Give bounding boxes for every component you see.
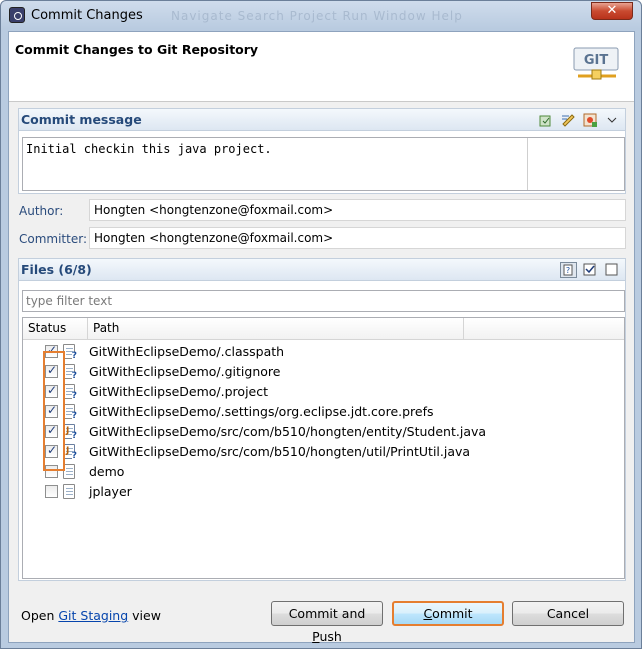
files-table-header: Status Path	[23, 318, 624, 340]
deselect-all-icon[interactable]	[604, 262, 621, 278]
amend-icon[interactable]	[560, 112, 577, 128]
file-filter-input[interactable]: type filter text	[22, 290, 625, 312]
table-row[interactable]: ?GitWithEclipseDemo/.gitignore	[23, 362, 624, 382]
author-label: Author:	[19, 204, 64, 218]
add-change-id-icon[interactable]	[582, 112, 599, 128]
add-signed-off-by-icon[interactable]	[538, 112, 555, 128]
table-row[interactable]: demo	[23, 462, 624, 482]
git-staging-link[interactable]: Git Staging	[58, 608, 128, 623]
author-input[interactable]: Hongten <hongtenzone@foxmail.com>	[89, 199, 626, 221]
files-table-body: ?GitWithEclipseDemo/.classpath?GitWithEc…	[23, 340, 624, 502]
committer-input[interactable]: Hongten <hongtenzone@foxmail.com>	[89, 227, 626, 249]
open-staging-text: Open Git Staging view	[21, 608, 161, 623]
table-row[interactable]: ?GitWithEclipseDemo/.settings/org.eclips…	[23, 402, 624, 422]
table-row[interactable]: J?GitWithEclipseDemo/src/com/b510/hongte…	[23, 422, 624, 442]
show-untracked-icon[interactable]: ?	[560, 262, 577, 278]
dialog-header: Commit Changes to Git Repository GIT	[9, 32, 634, 102]
file-checkbox[interactable]	[45, 485, 58, 498]
committer-label: Committer:	[19, 232, 87, 246]
dialog-body: Commit Changes to Git Repository GIT Com…	[8, 31, 635, 644]
window-title: Commit Changes	[31, 8, 143, 23]
file-path: GitWithEclipseDemo/.settings/org.eclipse…	[89, 404, 434, 419]
file-path: GitWithEclipseDemo/.gitignore	[89, 364, 281, 379]
file-path: GitWithEclipseDemo/src/com/b510/hongten/…	[89, 424, 487, 439]
message-ruler	[527, 138, 528, 190]
file-path: GitWithEclipseDemo/src/com/b510/hongten/…	[89, 444, 471, 459]
commit-message-text: Initial checkin this java project.	[26, 142, 272, 156]
file-path: jplayer	[89, 484, 132, 499]
table-row[interactable]: ?GitWithEclipseDemo/.project	[23, 382, 624, 402]
path-column-header[interactable]: Path	[93, 321, 119, 335]
files-section: Files (6/8) ? type filter text Status Pa…	[18, 258, 626, 581]
checked-files-highlight	[43, 351, 65, 471]
close-button[interactable]: ✕	[591, 2, 633, 20]
commit-message-section: Commit message Initial checkin this java…	[18, 108, 626, 194]
files-title: Files (6/8)	[21, 262, 92, 277]
git-logo-icon: GIT	[573, 47, 619, 80]
commit-button[interactable]: Commit	[392, 601, 504, 626]
svg-text:GIT: GIT	[584, 53, 609, 68]
status-column-header[interactable]: Status	[28, 321, 66, 335]
background-menu-text: Navigate Search Project Run Window Help	[171, 9, 463, 23]
files-header: Files (6/8) ?	[19, 259, 625, 281]
file-path: demo	[89, 464, 125, 479]
commit-and-push-button[interactable]: Commit and Push	[271, 601, 383, 644]
dialog-header-title: Commit Changes to Git Repository	[15, 42, 259, 57]
select-all-icon[interactable]	[582, 262, 599, 278]
files-table: Status Path ?GitWithEclipseDemo/.classpa…	[22, 317, 625, 579]
table-row[interactable]: jplayer	[23, 482, 624, 502]
file-path: GitWithEclipseDemo/.project	[89, 384, 269, 399]
table-row[interactable]: J?GitWithEclipseDemo/src/com/b510/hongte…	[23, 442, 624, 462]
file-path: GitWithEclipseDemo/.classpath	[89, 344, 285, 359]
commit-message-title: Commit message	[21, 112, 142, 127]
svg-text:?: ?	[566, 266, 570, 275]
table-row[interactable]: ?GitWithEclipseDemo/.classpath	[23, 342, 624, 362]
cancel-button[interactable]: Cancel	[512, 601, 624, 626]
close-icon: ✕	[606, 3, 618, 18]
file-icon	[63, 484, 75, 499]
eclipse-icon	[9, 7, 25, 23]
commit-message-input[interactable]: Initial checkin this java project.	[22, 137, 625, 191]
commit-changes-window: Commit Changes Navigate Search Project R…	[0, 0, 642, 649]
commit-message-header: Commit message	[19, 109, 625, 131]
chevron-down-icon[interactable]	[604, 112, 621, 128]
title-bar[interactable]: Commit Changes Navigate Search Project R…	[1, 1, 641, 31]
